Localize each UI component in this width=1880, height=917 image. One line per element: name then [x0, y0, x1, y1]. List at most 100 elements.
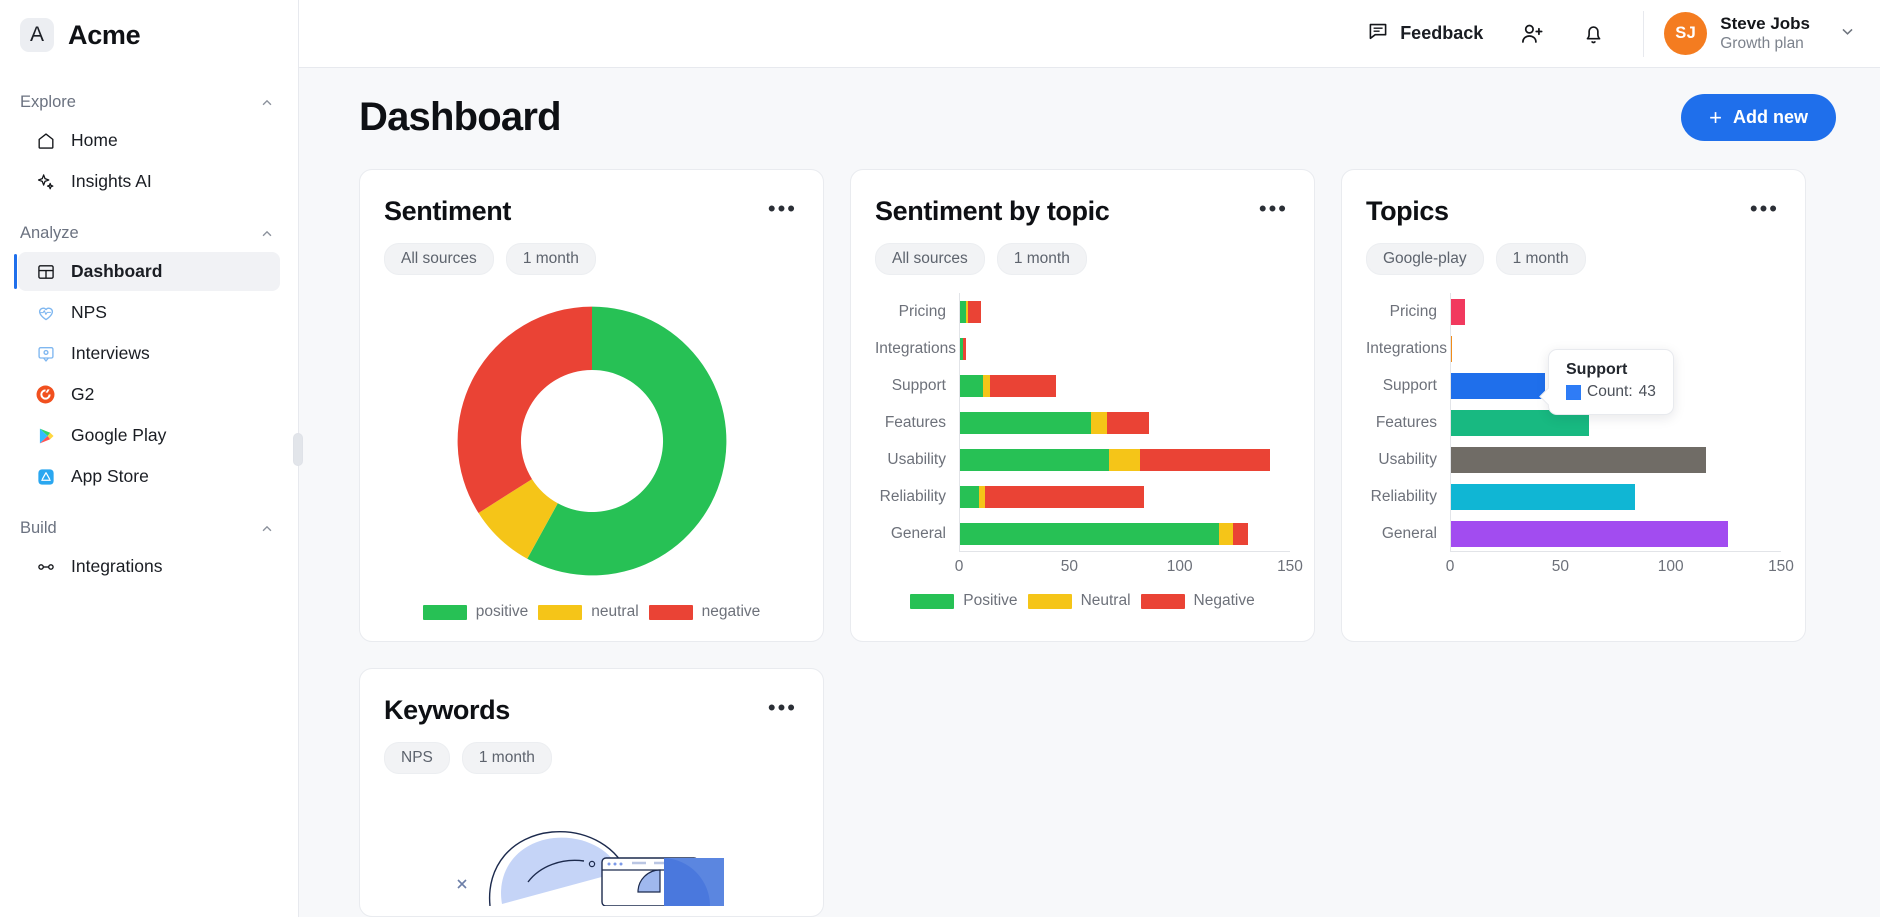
bar-pricing[interactable]: [1450, 298, 1466, 325]
legend-item-positive: positive: [422, 603, 528, 621]
chip-source[interactable]: Google-play: [1366, 243, 1484, 275]
card-sentiment-by-topic: Sentiment by topic ••• All sources 1 mon…: [850, 169, 1315, 642]
chip-period[interactable]: 1 month: [1495, 243, 1586, 275]
bar-general[interactable]: [1450, 520, 1729, 547]
add-new-label: Add new: [1733, 107, 1808, 127]
bar-track: [959, 441, 1290, 478]
bar-segment-positive[interactable]: [959, 411, 1092, 434]
bar-segment-neutral[interactable]: [1109, 448, 1140, 471]
more-horizontal-icon[interactable]: •••: [766, 695, 799, 720]
bar-segment-negative[interactable]: [1139, 448, 1271, 471]
chip-period[interactable]: 1 month: [505, 243, 596, 275]
x-tick-label: 100: [1166, 558, 1193, 575]
sidebar-item-nps[interactable]: NPS: [18, 293, 280, 332]
bar-segment-negative[interactable]: [989, 374, 1057, 397]
sidebar-item-label: Dashboard: [71, 261, 163, 281]
bar-reliability[interactable]: [1450, 483, 1636, 510]
bar-segment-negative[interactable]: [967, 300, 982, 323]
x-tick-label: 100: [1657, 558, 1684, 575]
chip-period[interactable]: 1 month: [996, 243, 1087, 275]
category-label: Reliability: [1370, 487, 1437, 505]
add-new-button[interactable]: + Add new: [1681, 94, 1836, 141]
legend-swatch: [1027, 593, 1072, 609]
legend-label: neutral: [591, 603, 639, 620]
sparkle-icon: [35, 171, 56, 192]
brand[interactable]: A Acme: [0, 0, 298, 70]
sidebar-resize-handle[interactable]: [293, 433, 303, 466]
sidebar-item-label: Interviews: [71, 343, 150, 363]
bar-usability[interactable]: [1450, 446, 1706, 473]
sidebar-item-integrations[interactable]: Integrations: [18, 547, 280, 586]
sidebar-item-label: G2: [71, 384, 95, 404]
legend-swatch: [910, 593, 955, 609]
sentiment-donut-chart: [384, 293, 799, 589]
legend-item-negative: negative: [648, 603, 761, 621]
more-horizontal-icon[interactable]: •••: [1748, 196, 1781, 221]
bar-segment-negative[interactable]: [985, 485, 1145, 508]
sidebar-item-home[interactable]: Home: [18, 121, 280, 160]
card-header: Topics •••: [1366, 196, 1781, 227]
donut-slice-negative[interactable]: [457, 306, 592, 514]
sidebar-item-g2[interactable]: G2: [18, 375, 280, 414]
chevron-up-icon: [260, 96, 274, 110]
topics-chart: Pricing Integrations Support Features Usabil…: [1366, 293, 1794, 578]
bar-segment-positive[interactable]: [959, 448, 1110, 471]
nav-group-title: Build: [20, 519, 57, 537]
category-label: Features: [1375, 413, 1437, 431]
category-label: Pricing: [898, 302, 946, 320]
sidebar-item-dashboard[interactable]: Dashboard: [14, 252, 280, 291]
more-horizontal-icon[interactable]: •••: [766, 196, 799, 221]
x-tick-label: 150: [1277, 558, 1303, 575]
bar-track: [1450, 515, 1781, 552]
legend-swatch: [538, 604, 583, 620]
bar-segment-positive[interactable]: [959, 485, 979, 508]
card-title: Keywords: [384, 695, 510, 725]
brand-logo-icon: A: [20, 18, 54, 52]
chip-source[interactable]: All sources: [384, 243, 494, 275]
sidebar-item-app-store[interactable]: App Store: [18, 457, 280, 496]
nav-group-header-analyze[interactable]: Analyze: [0, 217, 298, 250]
bar-track: [1450, 478, 1781, 515]
sidebar: A Acme Explore Home Insights AI Analyze …: [0, 0, 303, 917]
nav-group-header-build[interactable]: Build: [0, 512, 298, 545]
more-horizontal-icon[interactable]: •••: [1257, 196, 1290, 221]
bar-segment-neutral[interactable]: [978, 485, 986, 508]
nav-group-header-explore[interactable]: Explore: [0, 86, 298, 119]
chip-source[interactable]: NPS: [384, 742, 450, 774]
sidebar-item-insights-ai[interactable]: Insights AI: [18, 162, 280, 201]
google-play-icon: [35, 425, 56, 446]
x-tick-label: 150: [1768, 558, 1794, 575]
category-label: Support: [1382, 376, 1437, 394]
page-title: Dashboard: [359, 95, 562, 139]
legend-label: negative: [701, 603, 761, 620]
card-header: Sentiment •••: [384, 196, 799, 227]
sidebar-item-google-play[interactable]: Google Play: [18, 416, 280, 455]
x-tick-label: 50: [1551, 558, 1569, 575]
category-label: Support: [891, 376, 946, 394]
card-header: Keywords •••: [384, 695, 799, 726]
bar-row: Reliability: [875, 478, 1290, 515]
bar-segment-negative[interactable]: [1106, 411, 1149, 434]
x-axis-ticks: 0 50 100 150: [1446, 552, 1794, 578]
cards-grid-row-2: Keywords ••• NPS 1 month: [359, 668, 1836, 917]
bar-row: Usability: [875, 441, 1290, 478]
chip-period[interactable]: 1 month: [461, 742, 552, 774]
chart-tooltip: Support Count: 43: [1539, 349, 1674, 415]
bar-segment-neutral[interactable]: [983, 374, 990, 397]
feedback-button[interactable]: Feedback: [1367, 20, 1483, 47]
bar-segment-positive[interactable]: [959, 522, 1220, 545]
sidebar-item-label: NPS: [71, 302, 107, 322]
bar-segment-positive[interactable]: [959, 374, 984, 397]
bar-segment-neutral[interactable]: [1219, 522, 1233, 545]
chip-source[interactable]: All sources: [875, 243, 985, 275]
sidebar-item-interviews[interactable]: Interviews: [18, 334, 280, 373]
bar-support[interactable]: [1450, 372, 1545, 399]
x-tick-label: 0: [1445, 558, 1455, 575]
bar-segment-neutral[interactable]: [1091, 411, 1107, 434]
user-plus-icon[interactable]: [1519, 21, 1545, 47]
tooltip-value: 43: [1638, 383, 1656, 400]
user-menu[interactable]: SJ Steve Jobs Growth plan: [1664, 12, 1856, 55]
bar-segment-negative[interactable]: [963, 337, 966, 360]
bell-icon[interactable]: [1581, 21, 1607, 47]
bar-segment-negative[interactable]: [1232, 522, 1249, 545]
